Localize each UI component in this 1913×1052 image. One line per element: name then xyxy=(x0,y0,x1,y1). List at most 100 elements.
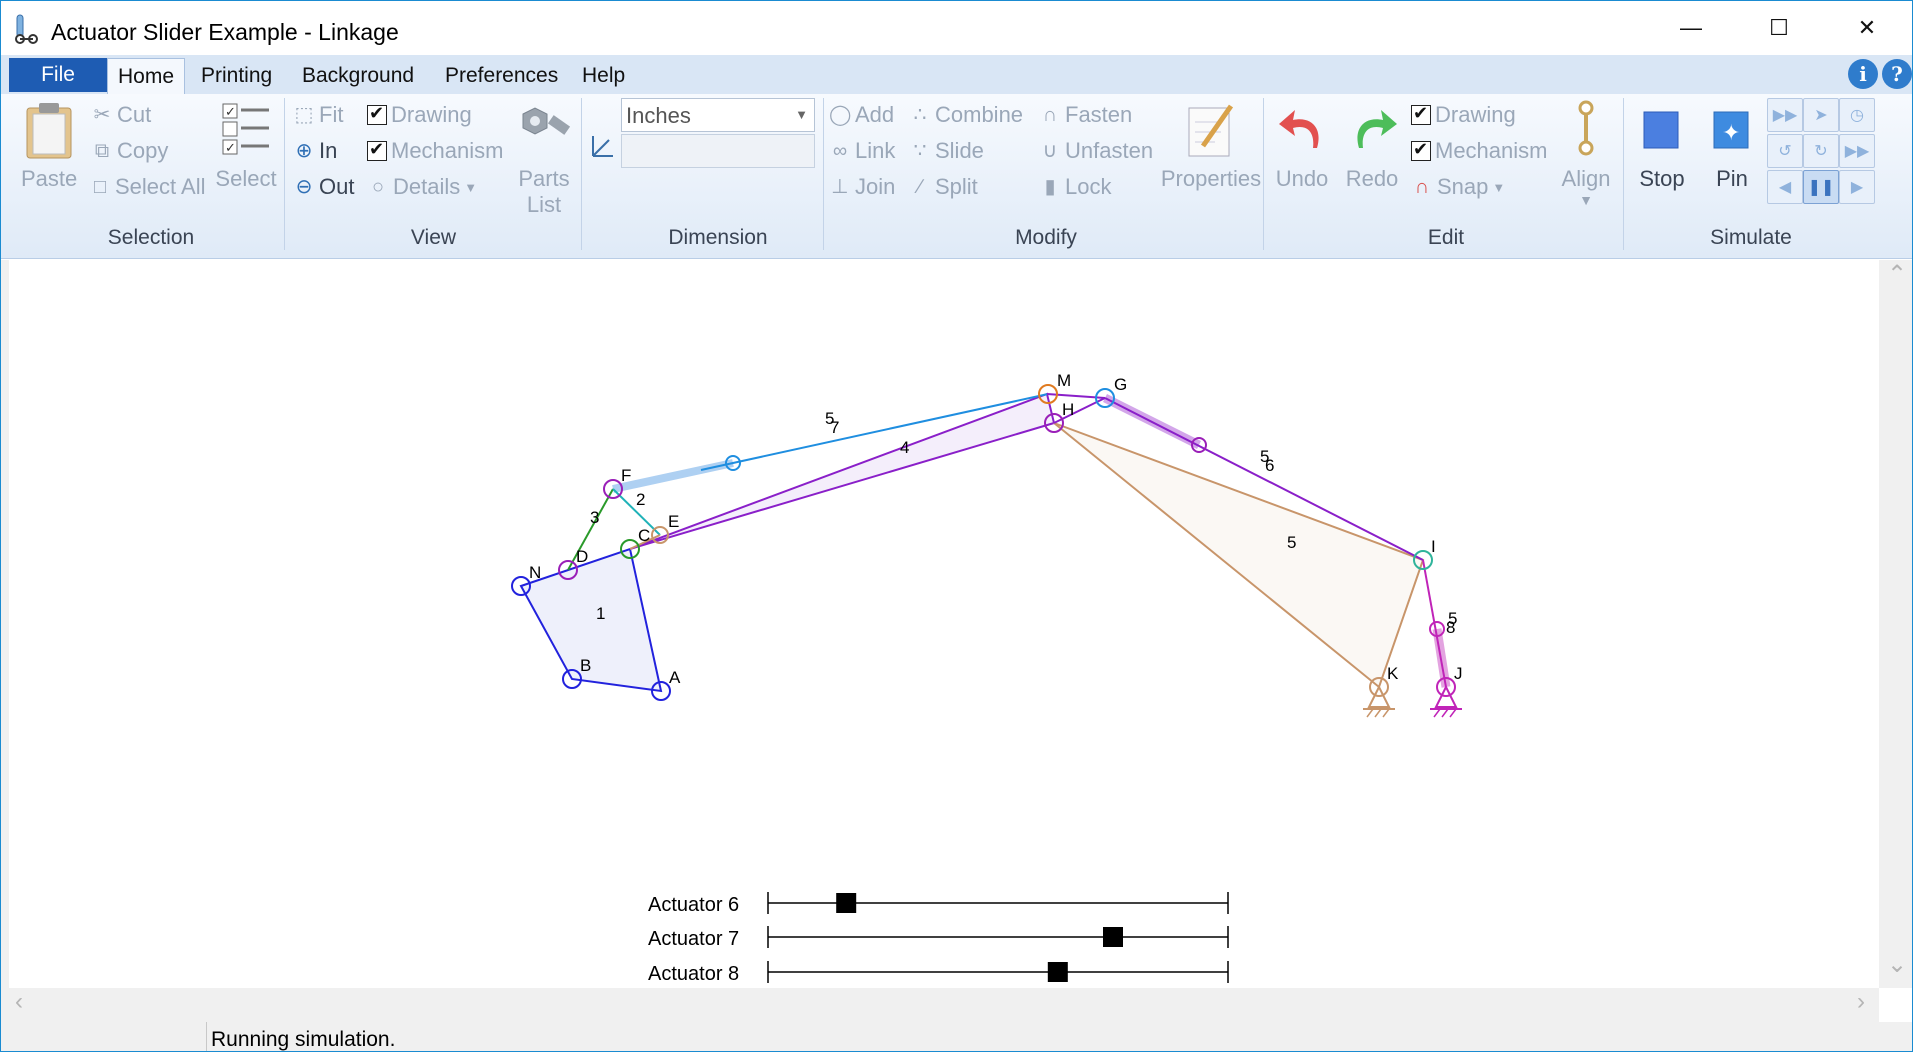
tab-home[interactable]: Home xyxy=(107,58,186,94)
slider-actuator-7[interactable]: Actuator 7 xyxy=(648,926,1229,950)
slider-actuator-6[interactable]: Actuator 6 xyxy=(648,892,1229,916)
combine-button[interactable]: ∴ Combine xyxy=(909,102,1023,128)
info-icon[interactable]: i xyxy=(1848,59,1878,89)
align-button[interactable]: Align ▼ xyxy=(1553,166,1619,208)
fast-forward-icon[interactable]: ▶▶ xyxy=(1767,98,1803,132)
stop-button[interactable]: Stop xyxy=(1629,166,1695,192)
parts-list-icon xyxy=(522,107,571,135)
slider-thumb-actuator-6[interactable] xyxy=(836,893,857,913)
edit-group-label: Edit xyxy=(1427,226,1465,249)
rotate-left-icon[interactable]: ↺ xyxy=(1767,134,1803,168)
ribbon: Paste ✂ Cut ⧉ Copy □ Select All ✓ ✓ Select … xyxy=(1,94,1912,259)
details-dropdown[interactable]: ○ Details ▼ xyxy=(367,174,477,200)
edit-drawing-checkbox[interactable]: Drawing xyxy=(1411,102,1516,128)
combine-icon: ∴ xyxy=(913,104,927,126)
left-edge xyxy=(1,260,9,1051)
redo-icon xyxy=(1357,110,1397,148)
select-all-button[interactable]: □ Select All xyxy=(89,174,206,200)
copy-icon: ⧉ xyxy=(94,140,110,162)
pin-button[interactable]: Pin xyxy=(1699,166,1765,192)
slide-button[interactable]: ∵ Slide xyxy=(909,138,984,164)
selection-group-label: Selection xyxy=(107,226,195,249)
dropdown-arrow-icon: ▼ xyxy=(464,179,478,195)
slider-label-actuator-7: Actuator 7 xyxy=(648,928,739,950)
properties-icon xyxy=(1188,104,1234,157)
clock-icon[interactable]: ◷ xyxy=(1839,98,1875,132)
lock-button[interactable]: ▮ Lock xyxy=(1039,174,1111,200)
status-bar: Running simulation. xyxy=(1,1022,1912,1051)
copy-button[interactable]: ⧉ Copy xyxy=(91,138,169,164)
pointer-icon[interactable]: ➤ xyxy=(1803,98,1839,132)
file-menu-tab[interactable]: File xyxy=(9,58,107,92)
slider-label-actuator-8: Actuator 8 xyxy=(648,963,739,985)
slider-thumb-actuator-7[interactable] xyxy=(1103,927,1123,947)
help-icon[interactable]: ? xyxy=(1882,59,1912,89)
undo-icon xyxy=(1279,110,1319,148)
point-label-m: M xyxy=(1057,371,1071,390)
select-button[interactable]: Select xyxy=(213,166,279,192)
link-label-2: 2 xyxy=(636,490,645,509)
scroll-right-icon[interactable]: › xyxy=(1857,988,1865,1016)
link-label-8: 8 xyxy=(1446,618,1455,637)
parts-list-button[interactable]: Parts List xyxy=(511,166,577,218)
tab-preferences[interactable]: Preferences xyxy=(435,58,568,94)
link-button[interactable]: ∞ Link xyxy=(829,138,896,164)
properties-button[interactable]: Properties xyxy=(1159,166,1263,192)
dropdown-arrow-icon: ▼ xyxy=(1492,179,1506,195)
point-label-a: A xyxy=(669,668,681,687)
slider-thumb-actuator-8[interactable] xyxy=(1047,962,1068,982)
split-icon: ∕ xyxy=(918,176,922,198)
view-group-label: View xyxy=(410,226,457,249)
link-label-3: 3 xyxy=(590,508,599,527)
checkbox-checked-icon xyxy=(1411,139,1431,161)
fasten-button[interactable]: ∩ Fasten xyxy=(1039,102,1132,128)
rotate-right-icon[interactable]: ↻ xyxy=(1803,134,1839,168)
horizontal-scrollbar[interactable]: ‹ › xyxy=(9,988,1879,1022)
split-button[interactable]: ∕ Split xyxy=(909,174,977,200)
close-button[interactable]: ✕ xyxy=(1823,1,1911,55)
slider-actuator-8[interactable]: Actuator 8 xyxy=(648,961,1229,985)
edit-mechanism-checkbox[interactable]: Mechanism xyxy=(1411,138,1547,164)
app-window: Actuator Slider Example - Linkage — ☐ ✕ … xyxy=(0,0,1913,1052)
title-bar: Actuator Slider Example - Linkage — ☐ ✕ xyxy=(1,1,1912,55)
step-back-icon[interactable]: ◀ xyxy=(1767,170,1803,204)
scroll-down-icon[interactable]: ⌄ xyxy=(1887,950,1907,979)
point-label-h: H xyxy=(1062,400,1074,419)
add-button[interactable]: ◯ Add xyxy=(829,102,894,128)
dimension-group-label: Dimension xyxy=(668,226,768,249)
slide-icon: ∵ xyxy=(913,140,927,162)
point-label-e: E xyxy=(668,512,679,531)
zoom-in-button[interactable]: ⊕ In xyxy=(293,138,338,164)
step-forward-icon[interactable]: ▶ xyxy=(1839,170,1875,204)
point-label-f: F xyxy=(621,466,631,485)
paste-button[interactable]: Paste xyxy=(21,166,77,192)
vertical-scrollbar[interactable]: ⌃ ⌄ xyxy=(1879,260,1912,988)
skip-forward-icon[interactable]: ▶▶ xyxy=(1839,134,1875,168)
scroll-left-icon[interactable]: ‹ xyxy=(15,988,23,1016)
checkbox-checked-icon xyxy=(1411,103,1431,125)
view-drawing-checkbox[interactable]: Drawing xyxy=(367,102,472,128)
tab-help[interactable]: Help xyxy=(572,58,635,94)
scroll-up-icon[interactable]: ⌃ xyxy=(1887,260,1907,289)
status-text: Running simulation. xyxy=(211,1028,396,1051)
minimize-button[interactable]: — xyxy=(1647,1,1735,55)
tab-background[interactable]: Background xyxy=(292,58,424,94)
units-select[interactable]: Inches ▼ xyxy=(621,98,815,132)
tab-printing[interactable]: Printing xyxy=(191,58,282,94)
checkbox-checked-icon xyxy=(367,139,387,161)
maximize-button[interactable]: ☐ xyxy=(1735,1,1823,55)
fit-button[interactable]: ⬚ Fit xyxy=(293,102,344,128)
snap-dropdown[interactable]: ∩ Snap ▼ xyxy=(1411,174,1505,200)
zoom-out-icon: ⊖ xyxy=(295,176,313,198)
mechanism-canvas[interactable]: M G H F E C D N B A I K J 5 7 4 2 3 1 5 … xyxy=(9,260,1879,988)
view-mechanism-checkbox[interactable]: Mechanism xyxy=(367,138,503,164)
zoom-out-button[interactable]: ⊖ Out xyxy=(293,174,355,200)
redo-button[interactable]: Redo xyxy=(1339,166,1405,192)
window-title: Actuator Slider Example - Linkage xyxy=(51,19,399,45)
pause-icon[interactable]: ❚❚ xyxy=(1803,170,1839,204)
dimension-input[interactable] xyxy=(621,134,815,168)
unfasten-button[interactable]: ∪ Unfasten xyxy=(1039,138,1153,164)
cut-button[interactable]: ✂ Cut xyxy=(91,102,152,128)
join-button[interactable]: ⊥ Join xyxy=(829,174,895,200)
undo-button[interactable]: Undo xyxy=(1269,166,1335,192)
